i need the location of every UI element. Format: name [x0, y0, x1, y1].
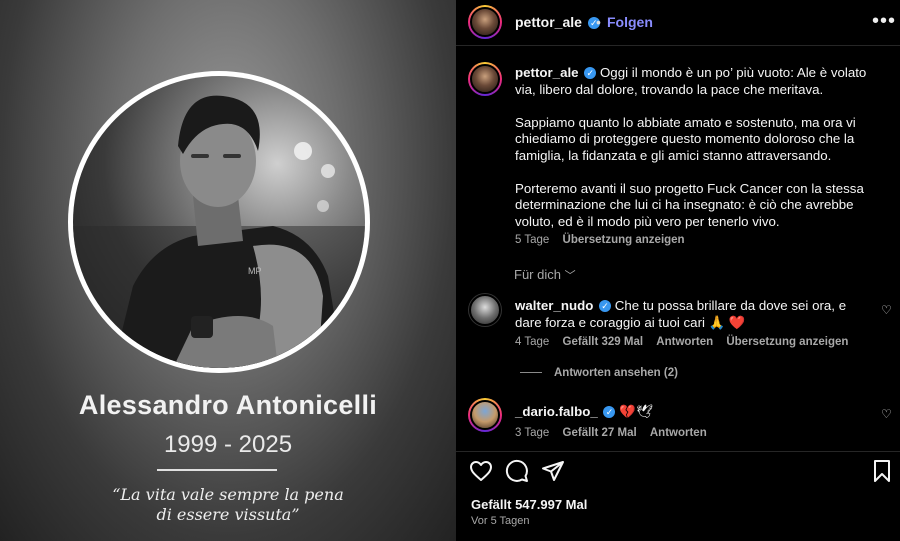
caption-avatar[interactable]	[468, 62, 502, 96]
caption-age: 5 Tage	[515, 234, 550, 246]
post-likes-count[interactable]: Gefällt 547.997 Mal	[471, 497, 587, 512]
memorial-quote: “La vita vale sempre la pena di essere v…	[60, 485, 396, 525]
comment-username[interactable]: _dario.falbo_	[515, 404, 598, 419]
like-heart-icon[interactable]	[469, 459, 493, 483]
comment-likes[interactable]: Gefällt 329 Mal	[563, 336, 644, 348]
portrait-illustration: MP	[73, 95, 365, 368]
more-options-icon[interactable]: •••	[872, 10, 896, 33]
comment-likes[interactable]: Gefällt 27 Mal	[563, 427, 637, 439]
shirt-logo: MP	[248, 266, 262, 276]
post-sidebar: pettor_ale ✓ • Folgen ••• pettor_ale ✓ O…	[456, 0, 900, 541]
translate-button[interactable]: Übersetzung anzeigen	[726, 336, 848, 348]
chevron-down-icon: ﹀	[564, 270, 576, 282]
comment-age: 3 Tage	[515, 427, 550, 439]
caption-meta: 5 Tage Übersetzung anzeigen	[515, 234, 685, 246]
share-icon[interactable]	[541, 459, 565, 483]
comment: walter_nudo ✓ Che tu possa brillare da d…	[515, 297, 865, 331]
save-bookmark-icon[interactable]	[870, 459, 894, 483]
view-replies-button[interactable]: Antworten ansehen (2)	[520, 367, 678, 379]
actions-divider	[456, 451, 900, 452]
header-divider	[456, 45, 900, 46]
header-separator: •	[596, 14, 601, 30]
caption-paragraph-3: Porteremo avanti il suo progetto Fuck Ca…	[515, 180, 864, 229]
caption: pettor_ale ✓ Oggi il mondo è un po’ più …	[515, 65, 867, 247]
comment-icon[interactable]	[505, 459, 529, 483]
for-you-filter[interactable]: Für dich ﹀	[514, 267, 576, 283]
comment-text: 💔🕊	[619, 404, 653, 419]
portrait-photo: MP	[73, 76, 365, 368]
verified-badge-icon: ✓	[584, 67, 597, 79]
translate-button[interactable]: Übersetzung anzeigen	[563, 234, 685, 246]
header-username[interactable]: pettor_ale ✓	[515, 14, 600, 30]
reply-button[interactable]: Antworten	[656, 336, 713, 348]
for-you-label[interactable]: Für dich	[514, 267, 561, 282]
comment-like-icon[interactable]: ♡	[881, 303, 892, 317]
caption-paragraph-2: Sappiamo quanto lo abbiate amato e soste…	[515, 114, 856, 163]
reply-button[interactable]: Antworten	[650, 427, 707, 439]
comment-meta: 3 Tage Gefällt 27 Mal Antworten	[515, 427, 707, 439]
quote-line-2: di essere vissuta”	[156, 505, 300, 524]
verified-badge-icon: ✓	[599, 300, 612, 312]
caption-username[interactable]: pettor_ale	[515, 65, 579, 80]
memorial-name: Alessandro Antonicelli	[78, 390, 378, 420]
quote-line-1: “La vita vale sempre la pena	[112, 485, 344, 504]
comment-meta: 4 Tage Gefällt 329 Mal Antworten Überset…	[515, 336, 848, 348]
memorial-years: 1999 - 2025	[163, 431, 293, 458]
comment-avatar[interactable]	[468, 293, 502, 327]
header-avatar[interactable]	[468, 5, 502, 39]
view-replies-label[interactable]: Antworten ansehen (2)	[554, 367, 678, 379]
divider	[157, 469, 277, 471]
post-timestamp: Vor 5 Tagen	[471, 515, 530, 527]
post-image[interactable]: MP Alessandro Antonicelli 1999 - 2025 “L…	[0, 0, 456, 541]
portrait-frame: MP	[68, 71, 370, 373]
header-username-text[interactable]: pettor_ale	[515, 14, 582, 30]
comment: _dario.falbo_ ✓ 💔🕊	[515, 403, 865, 420]
follow-button[interactable]: Folgen	[607, 14, 653, 30]
comment-avatar[interactable]	[468, 398, 502, 432]
verified-badge-icon: ✓	[603, 406, 616, 418]
comment-username[interactable]: walter_nudo	[515, 298, 593, 313]
replies-line	[520, 372, 542, 374]
comment-age: 4 Tage	[515, 336, 550, 348]
comment-like-icon[interactable]: ♡	[881, 407, 892, 421]
